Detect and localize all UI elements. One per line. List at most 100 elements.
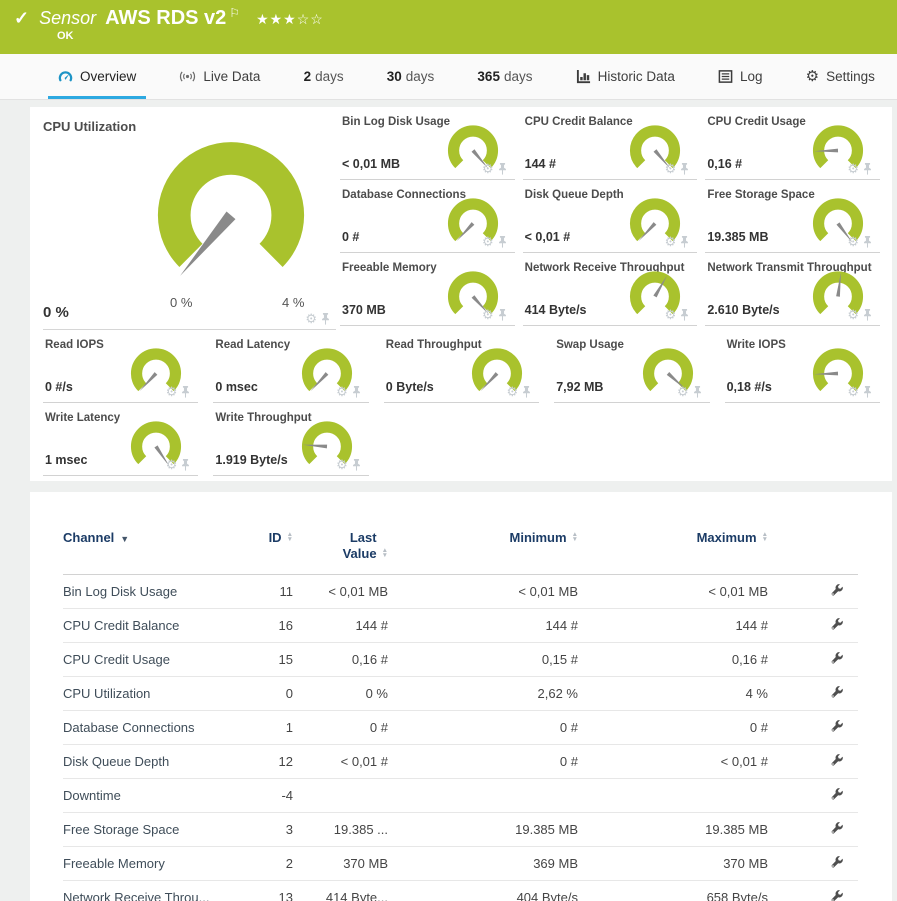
cell-actions bbox=[778, 643, 858, 677]
gear-icon[interactable]: ⚙ bbox=[677, 386, 689, 398]
column-header-id[interactable]: ID▲▼ bbox=[243, 528, 303, 575]
wrench-icon[interactable] bbox=[830, 889, 844, 901]
tab-label: 30days bbox=[387, 69, 435, 84]
sensor-title: AWS RDS v2 bbox=[105, 7, 226, 30]
cell-actions bbox=[778, 677, 858, 711]
wrench-icon[interactable] bbox=[830, 753, 844, 767]
gauge-title: CPU Credit Usage bbox=[707, 116, 805, 128]
cell-max: 0 # bbox=[588, 711, 778, 745]
gauge-title: Free Storage Space bbox=[707, 189, 814, 201]
status-check-icon: ✓ bbox=[14, 8, 29, 29]
gauge-tile-database-connections: Database Connections0 #⚙ bbox=[340, 180, 517, 253]
gear-icon[interactable]: ⚙ bbox=[847, 236, 859, 248]
table-row-free-storage-space[interactable]: Free Storage Space319.385 ...19.385 MB19… bbox=[63, 813, 858, 847]
gear-icon[interactable]: ⚙ bbox=[665, 309, 677, 321]
gear-icon[interactable]: ⚙ bbox=[665, 163, 677, 175]
tab-overview[interactable]: Overview bbox=[48, 54, 146, 99]
gear-icon[interactable]: ⚙ bbox=[665, 236, 677, 248]
wrench-icon[interactable] bbox=[830, 583, 844, 597]
gear-icon[interactable]: ⚙ bbox=[166, 386, 178, 398]
cell-channel: CPU Utilization bbox=[63, 677, 243, 711]
tab-bar: Overview Live Data 2days 30days 365days Histo… bbox=[0, 54, 897, 100]
tab-settings[interactable]: ⚙Settings bbox=[796, 54, 885, 99]
table-row-downtime[interactable]: Downtime-4 bbox=[63, 779, 858, 813]
cell-last: < 0,01 # bbox=[303, 745, 398, 779]
table-row-freeable-memory[interactable]: Freeable Memory2370 MB369 MB370 MB bbox=[63, 847, 858, 881]
tab-2-days[interactable]: 2days bbox=[294, 54, 354, 99]
cell-id: 2 bbox=[243, 847, 303, 881]
gear-icon[interactable]: ⚙ bbox=[847, 386, 859, 398]
pin-icon[interactable] bbox=[693, 386, 702, 398]
flag-icon[interactable]: ⚐ bbox=[229, 6, 240, 20]
tab-historic-data[interactable]: Historic Data bbox=[566, 54, 685, 99]
gauge-title: Read Latency bbox=[215, 339, 290, 351]
cell-channel: Database Connections bbox=[63, 711, 243, 745]
gear-icon[interactable]: ⚙ bbox=[336, 386, 348, 398]
gear-icon[interactable]: ⚙ bbox=[482, 236, 494, 248]
column-header-minimum[interactable]: Minimum▲▼ bbox=[398, 528, 588, 575]
tab-365-days[interactable]: 365days bbox=[467, 54, 542, 99]
pin-icon[interactable] bbox=[680, 163, 689, 175]
pin-icon[interactable] bbox=[498, 236, 507, 248]
tab-30-days[interactable]: 30days bbox=[377, 54, 445, 99]
wrench-icon[interactable] bbox=[830, 617, 844, 631]
pin-icon[interactable] bbox=[321, 313, 330, 325]
gear-icon[interactable]: ⚙ bbox=[336, 459, 348, 471]
cell-last: 370 MB bbox=[303, 847, 398, 881]
priority-stars[interactable]: ★★★☆☆ bbox=[256, 11, 324, 28]
column-header-maximum[interactable]: Maximum▲▼ bbox=[588, 528, 778, 575]
gauge-tile-read-latency: Read Latency0 msec⚙ bbox=[213, 330, 370, 403]
gauge-tile-write-latency: Write Latency1 msec⚙ bbox=[43, 403, 200, 476]
cell-actions bbox=[778, 711, 858, 745]
tab-log[interactable]: Log bbox=[708, 54, 773, 99]
pin-icon[interactable] bbox=[498, 163, 507, 175]
table-row-bin-log-disk-usage[interactable]: Bin Log Disk Usage11< 0,01 MB< 0,01 MB< … bbox=[63, 575, 858, 609]
pin-icon[interactable] bbox=[863, 386, 872, 398]
wrench-icon[interactable] bbox=[830, 821, 844, 835]
gear-icon[interactable]: ⚙ bbox=[507, 386, 519, 398]
table-row-cpu-utilization[interactable]: CPU Utilization00 %2,62 %4 % bbox=[63, 677, 858, 711]
wrench-icon[interactable] bbox=[830, 855, 844, 869]
table-row-disk-queue-depth[interactable]: Disk Queue Depth12< 0,01 #0 #< 0,01 # bbox=[63, 745, 858, 779]
wrench-icon[interactable] bbox=[830, 651, 844, 665]
column-header-channel[interactable]: Channel▼ bbox=[63, 528, 243, 575]
wrench-icon[interactable] bbox=[830, 719, 844, 733]
pin-icon[interactable] bbox=[680, 236, 689, 248]
pin-icon[interactable] bbox=[680, 309, 689, 321]
pin-icon[interactable] bbox=[352, 386, 361, 398]
wrench-icon[interactable] bbox=[830, 787, 844, 801]
sort-icon: ▲▼ bbox=[382, 548, 388, 558]
table-row-network-receive-throu[interactable]: Network Receive Throu...13414 Byte...404… bbox=[63, 881, 858, 901]
gauge-title: Swap Usage bbox=[556, 339, 624, 351]
gauge-value: 19.385 MB bbox=[707, 230, 768, 244]
tab-live-data[interactable]: Live Data bbox=[169, 54, 270, 99]
pin-icon[interactable] bbox=[863, 309, 872, 321]
wrench-icon[interactable] bbox=[830, 685, 844, 699]
column-label: Channel bbox=[63, 530, 114, 545]
table-row-database-connections[interactable]: Database Connections10 #0 #0 # bbox=[63, 711, 858, 745]
column-header-last-value[interactable]: Last Value▲▼ bbox=[303, 528, 398, 575]
pin-icon[interactable] bbox=[181, 386, 190, 398]
cell-max bbox=[588, 779, 778, 813]
pin-icon[interactable] bbox=[863, 236, 872, 248]
gear-icon[interactable]: ⚙ bbox=[847, 163, 859, 175]
cell-min: 2,62 % bbox=[398, 677, 588, 711]
table-row-cpu-credit-balance[interactable]: CPU Credit Balance16144 #144 #144 # bbox=[63, 609, 858, 643]
cell-actions bbox=[778, 609, 858, 643]
cell-actions bbox=[778, 813, 858, 847]
pin-icon[interactable] bbox=[522, 386, 531, 398]
gauge-tile-cpu-credit-usage: CPU Credit Usage0,16 #⚙ bbox=[705, 107, 882, 180]
gear-icon[interactable]: ⚙ bbox=[482, 309, 494, 321]
gear-icon[interactable]: ⚙ bbox=[305, 313, 317, 325]
cell-max: 144 # bbox=[588, 609, 778, 643]
pin-icon[interactable] bbox=[181, 459, 190, 471]
pin-icon[interactable] bbox=[352, 459, 361, 471]
pin-icon[interactable] bbox=[863, 163, 872, 175]
gear-icon[interactable]: ⚙ bbox=[482, 163, 494, 175]
gear-icon[interactable]: ⚙ bbox=[166, 459, 178, 471]
pin-icon[interactable] bbox=[498, 309, 507, 321]
cell-channel: CPU Credit Usage bbox=[63, 643, 243, 677]
cell-id: 0 bbox=[243, 677, 303, 711]
gear-icon[interactable]: ⚙ bbox=[847, 309, 859, 321]
table-row-cpu-credit-usage[interactable]: CPU Credit Usage150,16 #0,15 #0,16 # bbox=[63, 643, 858, 677]
